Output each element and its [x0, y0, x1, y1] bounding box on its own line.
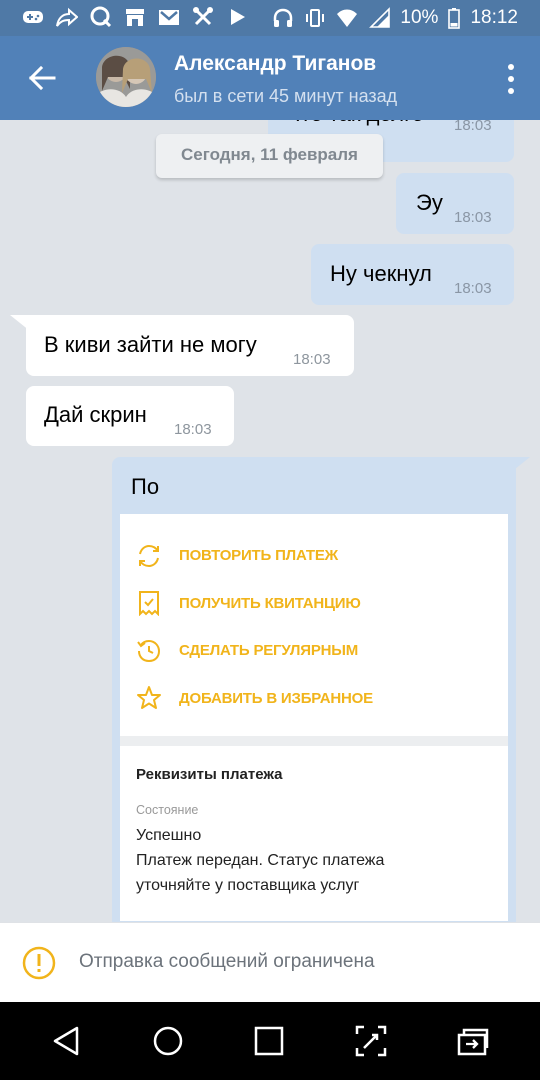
gmail-icon: [158, 6, 180, 28]
payment-actions: ПОВТОРИТЬ ПЛАТЕЖ ПОЛУЧИТЬ КВИТАНЦИЮ СДЕЛ…: [120, 514, 508, 746]
more-options-icon[interactable]: [504, 64, 518, 94]
details-title: Реквизиты платежа: [136, 766, 283, 783]
message-time: 18:03: [174, 421, 212, 438]
action-label: СДЕЛАТЬ РЕГУЛЯРНЫМ: [179, 642, 359, 660]
home-nav-icon[interactable]: [151, 1024, 185, 1058]
switch-app-icon[interactable]: [456, 1024, 490, 1058]
payment-screenshot-attachment[interactable]: ПОВТОРИТЬ ПЛАТЕЖ ПОЛУЧИТЬ КВИТАНЦИЮ СДЕЛ…: [120, 514, 508, 921]
wifi-icon: [336, 7, 358, 29]
messaging-restricted-notice: Отправка сообщений ограничена: [0, 922, 540, 1002]
clock-repeat-icon: [137, 639, 161, 662]
state-status: Успешно: [136, 827, 202, 844]
message-text: По: [131, 474, 160, 499]
star-icon: [137, 686, 161, 710]
clock: 18:12: [470, 7, 518, 28]
get-receipt-action[interactable]: ПОЛУЧИТЬ КВИТАНЦИЮ: [120, 580, 508, 628]
message-time: 18:03: [454, 120, 492, 134]
message-time: 18:03: [293, 351, 331, 368]
message-bubble-outgoing[interactable]: Ну чекнул 18:03: [311, 244, 514, 305]
message-text: Эу: [416, 190, 443, 215]
play-icon: [226, 6, 248, 28]
back-arrow-icon[interactable]: [26, 62, 58, 94]
message-text: Дай скрин: [44, 402, 147, 427]
recent-apps-nav-icon[interactable]: [252, 1024, 286, 1058]
message-text: Ну чекнул: [330, 261, 432, 286]
message-text: В киви зайти не могу: [44, 332, 257, 357]
avatar[interactable]: [96, 47, 156, 107]
message-time: 18:03: [454, 209, 492, 226]
notice-text: Отправка сообщений ограничена: [79, 951, 375, 972]
state-label: Состояние: [136, 803, 199, 817]
message-list[interactable]: Что так долго 18:03 Сегодня, 11 февраля …: [0, 120, 540, 922]
qiwi-icon: [90, 6, 112, 28]
message-text: Что так долго: [286, 120, 424, 128]
action-label: ПОЛУЧИТЬ КВИТАНЦИЮ: [179, 594, 361, 612]
signal-icon: [368, 7, 391, 29]
repeat-payment-action[interactable]: ПОВТОРИТЬ ПЛАТЕЖ: [120, 532, 508, 580]
share-icon: [56, 6, 78, 28]
vibrate-icon: [304, 7, 326, 29]
headphones-icon: [272, 7, 294, 29]
gamepad-icon: [22, 6, 44, 28]
system-navigation-bar: [0, 1002, 540, 1080]
message-time: 18:03: [454, 280, 492, 297]
action-label: ПОВТОРИТЬ ПЛАТЕЖ: [179, 547, 338, 565]
make-regular-action[interactable]: СДЕЛАТЬ РЕГУЛЯРНЫМ: [120, 627, 508, 675]
message-bubble-incoming[interactable]: В киви зайти не могу 18:03: [26, 315, 354, 376]
battery-percent: 10%: [400, 7, 439, 28]
action-label: ДОБАВИТЬ В ИЗБРАННОЕ: [179, 689, 373, 707]
receipt-icon: [139, 591, 159, 617]
state-value: Успешно Платеж передан. Статус платежа у…: [136, 823, 492, 898]
tools-icon: [192, 6, 214, 28]
last-seen-status: был в сети 45 минут назад: [174, 86, 398, 106]
date-divider: Сегодня, 11 февраля: [156, 134, 383, 178]
repeat-icon: [139, 544, 159, 567]
state-note-line: уточняйте у поставщика услуг: [136, 877, 360, 894]
state-note-line: Платеж передан. Статус платежа: [136, 852, 385, 869]
battery-icon: [448, 7, 461, 29]
status-bar: 10% 18:12: [0, 0, 540, 36]
back-nav-icon[interactable]: [50, 1024, 84, 1058]
store-icon: [124, 6, 146, 28]
warning-icon: [22, 946, 56, 980]
chat-header: Александр Тиганов был в сети 45 минут на…: [0, 36, 540, 120]
message-bubble-outgoing[interactable]: Эу 18:03: [396, 173, 514, 234]
payment-details: Реквизиты платежа Состояние Успешно Плат…: [120, 746, 508, 921]
contact-name[interactable]: Александр Тиганов: [174, 52, 376, 76]
add-to-favorites-action[interactable]: ДОБАВИТЬ В ИЗБРАННОЕ: [120, 675, 508, 723]
screenshot-edit-icon[interactable]: [354, 1024, 388, 1058]
message-bubble-incoming[interactable]: Дай скрин 18:03: [26, 386, 234, 446]
